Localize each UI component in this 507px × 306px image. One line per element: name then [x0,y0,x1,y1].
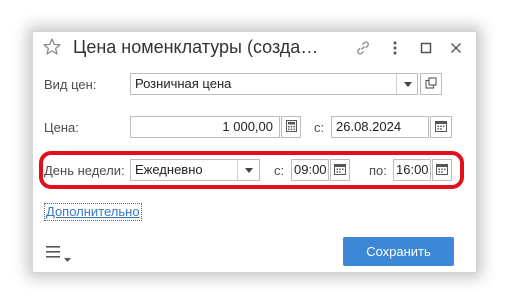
chevron-down-icon [64,250,71,265]
price-value: 1 000,00 [222,119,273,134]
date-picker-button[interactable] [430,116,452,138]
price-type-label: Вид цен: [44,77,97,92]
price-type-select[interactable]: Розничная цена [130,73,418,95]
price-label: Цена: [44,120,79,135]
close-icon[interactable] [446,38,466,58]
price-input[interactable]: 1 000,00 [130,116,280,138]
dropdown-arrow-icon[interactable] [399,74,417,94]
calculator-button[interactable] [281,116,301,138]
star-icon[interactable] [42,37,62,57]
window-title: Цена номенклатуры (созда… [73,37,319,57]
hamburger-icon [46,245,64,262]
date-from-value: 26.08.2024 [336,119,402,134]
more-options-link[interactable]: Дополнительно [44,203,142,221]
date-from-label: с: [314,120,325,135]
calendar-icon [435,120,447,135]
open-icon [425,76,437,92]
menu-button[interactable] [46,245,72,262]
dialog-window: Цена номенклатуры (созда… Вид цен: Розни… [32,31,477,273]
link-icon[interactable] [353,38,373,58]
more-icon[interactable] [385,38,405,58]
price-type-value: Розничная цена [135,76,232,91]
maximize-icon[interactable] [416,38,436,58]
highlight-outline [39,151,464,189]
save-button[interactable]: Сохранить [343,237,454,266]
date-from-input[interactable]: 26.08.2024 [331,116,429,138]
open-price-type-button[interactable] [420,73,442,95]
calculator-icon [285,119,297,135]
